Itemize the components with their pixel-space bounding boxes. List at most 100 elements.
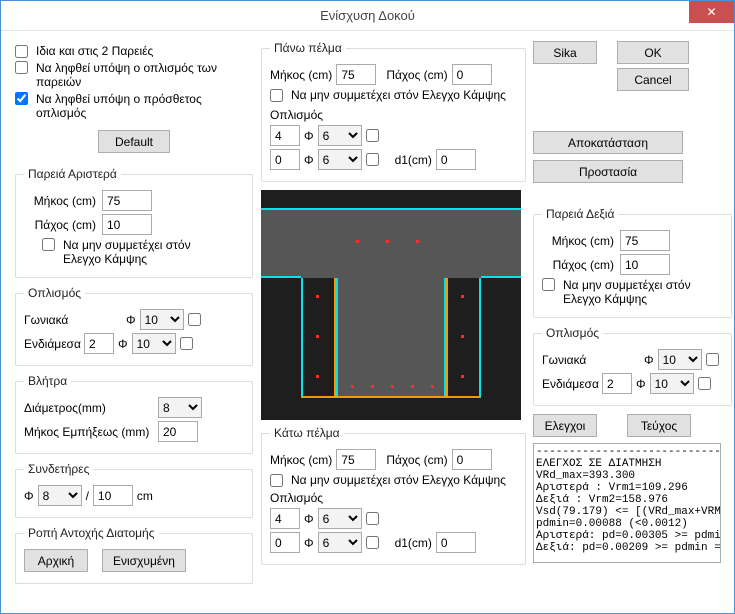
legend-right-oplismos: Οπλισμός — [542, 326, 603, 340]
legend-ropi: Ροπή Αντοχής Διατομής — [24, 526, 159, 540]
phi-label: Φ — [126, 313, 136, 327]
chk-left-goniaka-extra[interactable] — [188, 313, 201, 326]
input-top-r2-n[interactable] — [270, 149, 300, 170]
lbl-idia-2-pareies: Ιδια και στις 2 Παρειές — [36, 44, 153, 58]
sel-right-goniaka[interactable]: 10 — [658, 349, 702, 370]
lbl-synd-unit: cm — [137, 489, 153, 503]
enisxymeni-button[interactable]: Ενισχυμένη — [102, 549, 186, 572]
group-syndetires: Συνδετήρες Φ8/cm — [15, 462, 253, 518]
input-left-endiamesa-n[interactable] — [84, 333, 114, 354]
lbl-bot-mikos: Μήκος (cm) — [270, 453, 332, 467]
input-right-endiamesa-n[interactable] — [602, 373, 632, 394]
sel-top-r1-d[interactable]: 6 — [318, 125, 362, 146]
chk-top-kampsi[interactable] — [270, 89, 283, 102]
lbl-blitra-mikos: Μήκος Εμπήξεως (mm) — [24, 425, 154, 439]
group-right-oplismos: Οπλισμός ΓωνιακάΦ10 ΕνδιάμεσαΦ10 — [533, 326, 732, 406]
sel-left-goniaka[interactable]: 10 — [140, 309, 184, 330]
input-bot-d1[interactable] — [436, 532, 476, 553]
legend-pano-pelma: Πάνω πέλμα — [270, 41, 346, 55]
input-left-mikos[interactable] — [102, 190, 152, 211]
sel-bot-r1-d[interactable]: 6 — [318, 508, 362, 529]
group-kato-pelma: Κάτω πέλμα Μήκος (cm)Πάχος (cm) Να μην σ… — [261, 426, 526, 565]
input-right-paxos[interactable] — [620, 254, 670, 275]
lbl-right-endiamesa: Ενδιάμεσα — [542, 377, 598, 391]
input-left-paxos[interactable] — [102, 214, 152, 235]
input-synd-every[interactable] — [93, 485, 133, 506]
group-blitra: Βλήτρα Διάμετρος(mm)8 Μήκος Εμπήξεως (mm… — [15, 374, 253, 454]
chk-bot-r2[interactable] — [366, 536, 379, 549]
group-left-oplismos: Οπλισμός ΓωνιακάΦ10 ΕνδιάμεσαΦ10 — [15, 286, 253, 366]
chk-right-endiamesa-extra[interactable] — [698, 377, 711, 390]
legend-kato-pelma: Κάτω πέλμα — [270, 426, 344, 440]
chk-right-goniaka-extra[interactable] — [706, 353, 719, 366]
input-bot-r2-n[interactable] — [270, 532, 300, 553]
close-icon: ✕ — [706, 5, 716, 19]
chk-idia-2-pareies[interactable] — [15, 45, 28, 58]
input-top-mikos[interactable] — [336, 64, 376, 85]
group-pano-pelma: Πάνω πέλμα Μήκος (cm) Πάχος (cm) Να μην σ… — [261, 41, 526, 182]
chk-lifthei-prosthetos[interactable] — [15, 92, 28, 105]
ok-button[interactable]: OK — [617, 41, 689, 64]
sel-bot-r2-d[interactable]: 6 — [318, 532, 362, 553]
chk-left-endiamesa-extra[interactable] — [180, 337, 193, 350]
sel-synd-phi[interactable]: 8 — [38, 485, 82, 506]
sel-top-r2-d[interactable]: 6 — [318, 149, 362, 170]
output-textarea[interactable]: ----------------------------------------… — [533, 443, 721, 563]
input-top-d1[interactable] — [436, 149, 476, 170]
lbl-top-mikos: Μήκος (cm) — [270, 68, 332, 82]
group-pareia-aristera: Παρειά Αριστερά Μήκος (cm) Πάχος (cm) Να… — [15, 167, 253, 278]
chk-bot-r1[interactable] — [366, 512, 379, 525]
cancel-button[interactable]: Cancel — [617, 68, 689, 91]
chk-lifthei-oplismos-pareion[interactable] — [15, 61, 28, 74]
legend-pareia-aristera: Παρειά Αριστερά — [24, 167, 121, 181]
lbl-left-mikos: Μήκος (cm) — [24, 194, 96, 208]
lbl-right-mikos: Μήκος (cm) — [542, 234, 614, 248]
sel-left-endiamesa-d[interactable]: 10 — [132, 333, 176, 354]
input-bot-mikos[interactable] — [336, 449, 376, 470]
input-top-paxos[interactable] — [452, 64, 492, 85]
chk-right-kampsi[interactable] — [542, 278, 555, 291]
elegxoi-button[interactable]: Ελεγχοι — [533, 414, 597, 437]
titlebar: Ενίσχυση Δοκού ✕ — [1, 1, 734, 31]
sika-button[interactable]: Sika — [533, 41, 597, 64]
input-blitra-mikos[interactable] — [158, 421, 198, 442]
lbl-bot-d1: d1(cm) — [395, 536, 432, 550]
lbl-left-endiamesa: Ενδιάμεσα — [24, 337, 80, 351]
lbl-right-kampsi: Να μην συμμετέχει στόν Ελεγχο Κάμψης — [563, 278, 723, 306]
default-button[interactable]: Default — [98, 130, 170, 153]
chk-top-r2[interactable] — [366, 153, 379, 166]
lbl-bot-paxos: Πάχος (cm) — [386, 453, 447, 467]
beam-diagram — [261, 190, 521, 420]
dialog-window: Ενίσχυση Δοκού ✕ Ιδια και στις 2 Παρειές… — [0, 0, 735, 614]
chk-left-kampsi[interactable] — [42, 238, 55, 251]
arxiki-button[interactable]: Αρχική — [24, 549, 88, 572]
sel-blitra-diam[interactable]: 8 — [158, 397, 202, 418]
input-right-mikos[interactable] — [620, 230, 670, 251]
lbl-top-d1: d1(cm) — [395, 153, 432, 167]
close-button[interactable]: ✕ — [689, 1, 734, 23]
lbl-bot-oplismos: Οπλισμός — [270, 491, 517, 505]
lbl-right-paxos: Πάχος (cm) — [542, 258, 614, 272]
lbl-left-paxos: Πάχος (cm) — [24, 218, 96, 232]
legend-pareia-deksia: Παρειά Δεξιά — [542, 207, 618, 221]
chk-bot-kampsi[interactable] — [270, 474, 283, 487]
prostasia-button[interactable]: Προστασία — [533, 160, 683, 183]
group-pareia-deksia: Παρειά Δεξιά Μήκος (cm) Πάχος (cm) Να μη… — [533, 207, 732, 318]
lbl-top-paxos: Πάχος (cm) — [386, 68, 447, 82]
window-title: Ενίσχυση Δοκού — [320, 8, 415, 23]
lbl-top-kampsi: Να μην συμμετέχει στόν Ελεγχο Κάμψης — [291, 88, 506, 102]
legend-left-oplismos: Οπλισμός — [24, 286, 85, 300]
chk-top-r1[interactable] — [366, 129, 379, 142]
lbl-lifthei-oplismos-pareion: Να ληφθεί υπόψη ο οπλισμός των παρειών — [36, 61, 236, 89]
lbl-lifthei-prosthetos: Να ληφθεί υπόψη ο πρόσθετος οπλισμός — [36, 92, 236, 120]
lbl-blitra-diam: Διάμετρος(mm) — [24, 401, 154, 415]
lbl-left-goniaka: Γωνιακά — [24, 313, 80, 327]
input-top-r1-n[interactable] — [270, 125, 300, 146]
sel-right-endiamesa-d[interactable]: 10 — [650, 373, 694, 394]
tefxos-button[interactable]: Τεύχος — [627, 414, 691, 437]
input-bot-r1-n[interactable] — [270, 508, 300, 529]
input-bot-paxos[interactable] — [452, 449, 492, 470]
apokatastasi-button[interactable]: Αποκατάσταση — [533, 131, 683, 154]
lbl-top-oplismos: Οπλισμός — [270, 108, 517, 122]
group-ropi: Ροπή Αντοχής Διατομής Αρχική Ενισχυμένη — [15, 526, 253, 584]
